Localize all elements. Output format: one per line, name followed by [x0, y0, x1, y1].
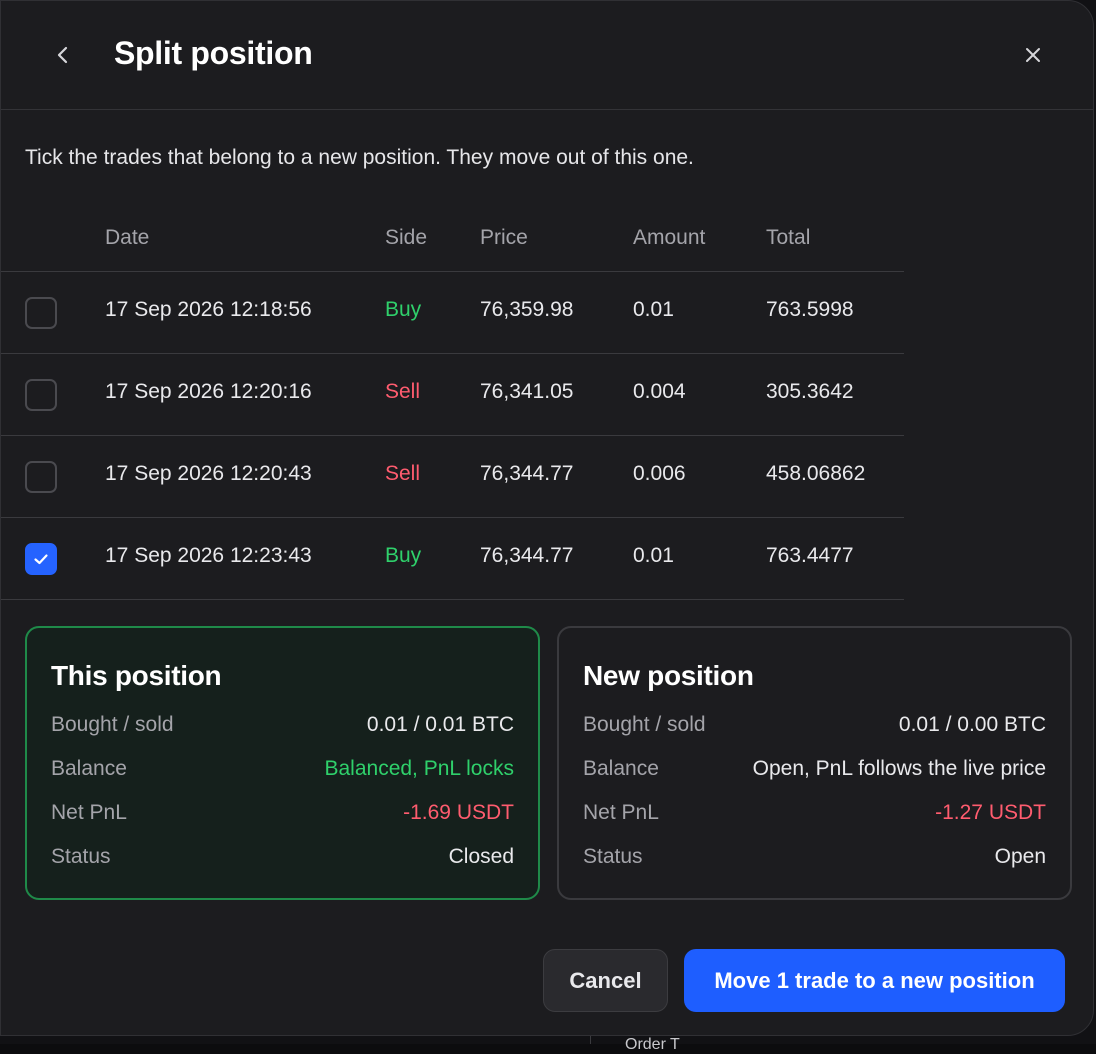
bought-sold-label: Bought / sold — [583, 713, 706, 736]
status-value: Open — [994, 845, 1046, 868]
this-position-bought-sold-row: Bought / sold 0.01 / 0.01 BTC — [51, 713, 514, 743]
new-position-bought-sold-row: Bought / sold 0.01 / 0.00 BTC — [583, 713, 1046, 743]
net-pnl-value: -1.27 USDT — [935, 801, 1046, 824]
cell-price: 76,344.77 — [480, 544, 574, 567]
balance-value: Balanced, PnL locks — [324, 757, 514, 780]
row-checkbox[interactable] — [25, 297, 57, 329]
bought-sold-value: 0.01 / 0.00 BTC — [898, 713, 1046, 736]
cell-amount: 0.01 — [633, 298, 674, 321]
trades-table: Date Side Price Amount Total 17 Sep 2026… — [1, 205, 904, 600]
dialog-title: Split position — [114, 35, 313, 71]
table-header: Date Side Price Amount Total — [1, 205, 904, 272]
status-label: Status — [51, 845, 111, 868]
new-position-card: New position Bought / sold 0.01 / 0.00 B… — [557, 626, 1072, 900]
close-button[interactable] — [1015, 37, 1051, 73]
cell-side: Sell — [385, 380, 421, 403]
cell-total: 763.4477 — [766, 544, 854, 567]
cell-date: 17 Sep 2026 12:18:56 — [105, 298, 312, 321]
move-trades-button[interactable]: Move 1 trade to a new position — [684, 949, 1065, 1012]
row-checkbox[interactable] — [25, 543, 57, 575]
bought-sold-label: Bought / sold — [51, 713, 174, 736]
chevron-left-icon — [57, 46, 68, 64]
balance-label: Balance — [51, 757, 127, 780]
column-header-date: Date — [105, 226, 150, 249]
new-position-net-pnl-row: Net PnL -1.27 USDT — [583, 801, 1046, 831]
status-value: Closed — [448, 845, 514, 868]
table-row[interactable]: 17 Sep 2026 12:20:43 Sell 76,344.77 0.00… — [1, 436, 904, 518]
this-position-balance-row: Balance Balanced, PnL locks — [51, 757, 514, 787]
net-pnl-label: Net PnL — [583, 801, 659, 824]
cell-date: 17 Sep 2026 12:23:43 — [105, 544, 312, 567]
cell-total: 763.5998 — [766, 298, 854, 321]
dialog-header: Split position — [1, 1, 1093, 110]
backdrop-partial-text: Order T — [625, 1036, 680, 1053]
net-pnl-value: -1.69 USDT — [403, 801, 514, 824]
close-icon — [1026, 48, 1040, 62]
balance-label: Balance — [583, 757, 659, 780]
new-position-title: New position — [583, 660, 754, 691]
back-button[interactable] — [45, 37, 81, 73]
check-icon — [34, 554, 48, 565]
bought-sold-value: 0.01 / 0.01 BTC — [366, 713, 514, 736]
cell-amount: 0.004 — [633, 380, 686, 403]
net-pnl-label: Net PnL — [51, 801, 127, 824]
cell-date: 17 Sep 2026 12:20:16 — [105, 380, 312, 403]
cell-price: 76,344.77 — [480, 462, 574, 485]
new-position-status-row: Status Open — [583, 845, 1046, 875]
cell-side: Buy — [385, 544, 422, 567]
cell-price: 76,359.98 — [480, 298, 574, 321]
this-position-net-pnl-row: Net PnL -1.69 USDT — [51, 801, 514, 831]
instruction-text: Tick the trades that belong to a new pos… — [25, 146, 694, 169]
column-header-price: Price — [480, 226, 528, 249]
column-header-side: Side — [385, 226, 428, 249]
cell-total: 305.3642 — [766, 380, 854, 403]
cell-amount: 0.01 — [633, 544, 674, 567]
cell-date: 17 Sep 2026 12:20:43 — [105, 462, 312, 485]
row-checkbox[interactable] — [25, 379, 57, 411]
this-position-title: This position — [51, 660, 222, 691]
cell-amount: 0.006 — [633, 462, 686, 485]
table-row[interactable]: 17 Sep 2026 12:20:16 Sell 76,341.05 0.00… — [1, 354, 904, 436]
cell-side: Buy — [385, 298, 422, 321]
row-checkbox[interactable] — [25, 461, 57, 493]
status-label: Status — [583, 845, 643, 868]
cell-total: 458.06862 — [766, 462, 866, 485]
column-header-total: Total — [766, 226, 811, 249]
cell-price: 76,341.05 — [480, 380, 574, 403]
cell-side: Sell — [385, 462, 421, 485]
table-row[interactable]: 17 Sep 2026 12:23:43 Buy 76,344.77 0.01 … — [1, 518, 904, 600]
table-row[interactable]: 17 Sep 2026 12:18:56 Buy 76,359.98 0.01 … — [1, 272, 904, 354]
column-header-amount: Amount — [633, 226, 706, 249]
this-position-card: This position Bought / sold 0.01 / 0.01 … — [25, 626, 540, 900]
cancel-button[interactable]: Cancel — [543, 949, 668, 1012]
balance-value: Open, PnL follows the live price — [752, 757, 1046, 780]
this-position-status-row: Status Closed — [51, 845, 514, 875]
new-position-balance-row: Balance Open, PnL follows the live price — [583, 757, 1046, 787]
split-position-dialog: Split position Tick the trades that belo… — [0, 0, 1094, 1036]
